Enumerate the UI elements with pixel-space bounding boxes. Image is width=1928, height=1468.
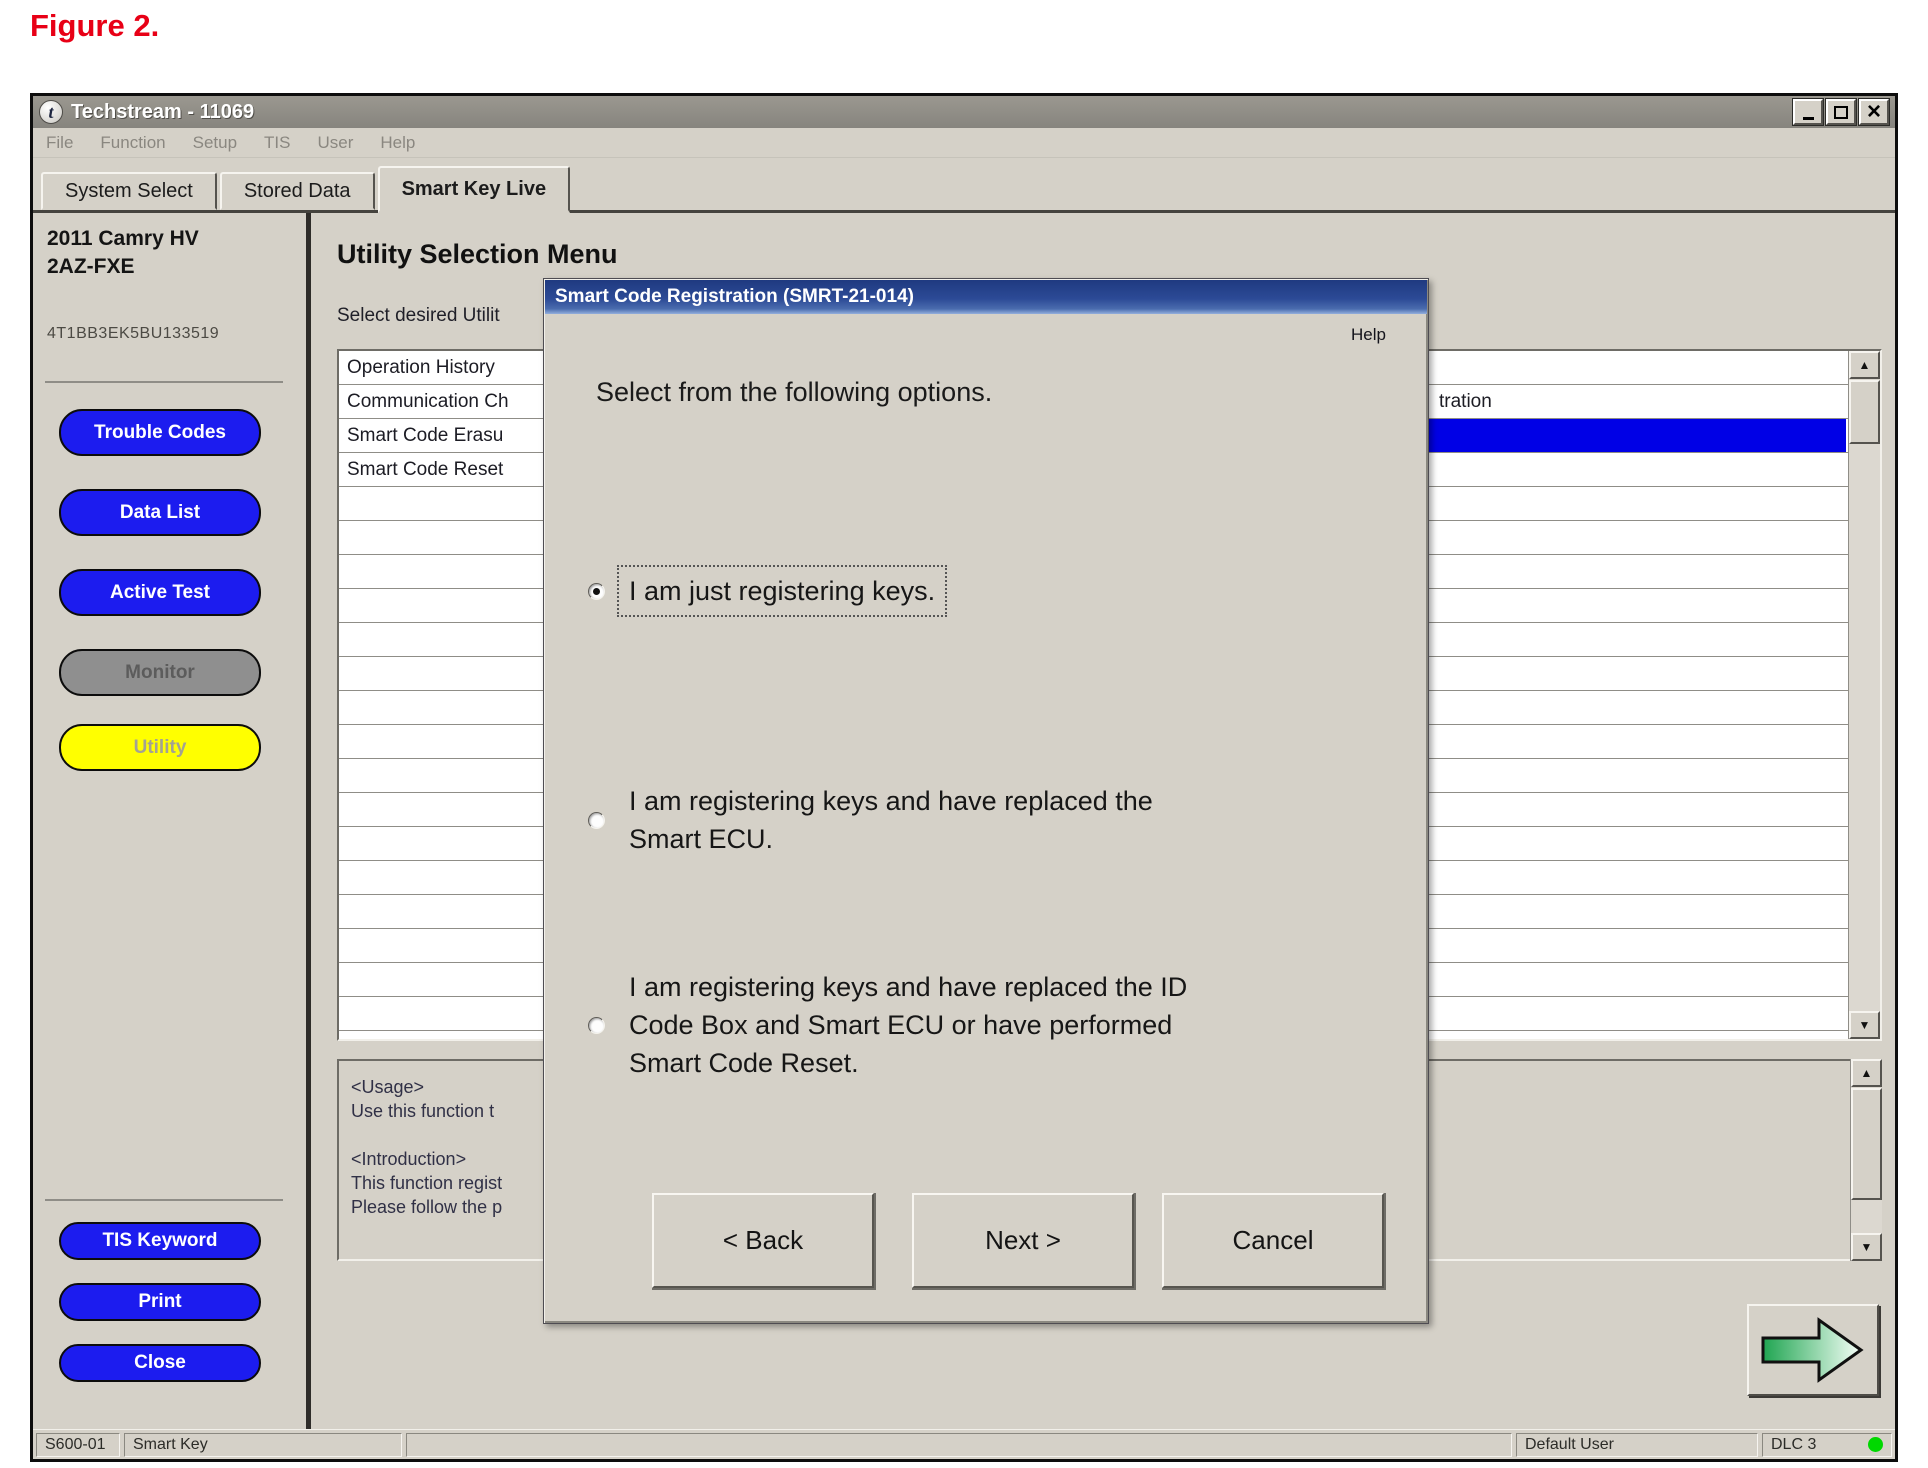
tab-stored-data[interactable]: Stored Data bbox=[220, 172, 375, 210]
restore-button[interactable] bbox=[1826, 99, 1856, 125]
page-title: Utility Selection Menu bbox=[337, 239, 618, 270]
scroll-down-button[interactable]: ▼ bbox=[1849, 1011, 1880, 1039]
tab-bar: System Select Stored Data Smart Key Live bbox=[33, 159, 1895, 213]
radio-option-label: I am registering keys and have replaced … bbox=[619, 777, 1163, 863]
cancel-button[interactable]: Cancel bbox=[1162, 1193, 1384, 1288]
radio-button-icon[interactable] bbox=[588, 583, 605, 600]
restore-icon bbox=[1834, 106, 1848, 119]
minimize-button[interactable] bbox=[1793, 99, 1823, 125]
option-line: I am just registering keys. bbox=[629, 572, 935, 610]
vin-number: 4T1BB3EK5BU133519 bbox=[47, 325, 219, 343]
status-message bbox=[406, 1433, 1512, 1457]
monitor-button[interactable]: Monitor bbox=[59, 649, 261, 696]
option-line: Smart Code Reset. bbox=[629, 1044, 1187, 1082]
vehicle-model: 2011 Camry HV bbox=[47, 225, 199, 253]
connection-status-dot bbox=[1868, 1437, 1883, 1452]
status-screen-id: S600-01 bbox=[36, 1433, 120, 1457]
usage-scrollbar[interactable]: ▲ ▼ bbox=[1850, 1059, 1882, 1261]
menu-item-setup[interactable]: Setup bbox=[193, 133, 237, 153]
dialog-prompt: Select from the following options. bbox=[596, 377, 992, 408]
arrow-down-icon: ▼ bbox=[1859, 1018, 1871, 1032]
sidebar-divider-bottom bbox=[45, 1199, 283, 1201]
figure-label: Figure 2. bbox=[30, 8, 159, 44]
back-button[interactable]: < Back bbox=[652, 1193, 874, 1288]
scroll-up-button[interactable]: ▲ bbox=[1851, 1059, 1882, 1087]
menu-item-help[interactable]: Help bbox=[380, 133, 415, 153]
status-system: Smart Key bbox=[124, 1433, 402, 1457]
green-arrow-icon bbox=[1757, 1314, 1869, 1386]
utility-button[interactable]: Utility bbox=[59, 724, 261, 771]
arrow-down-icon: ▼ bbox=[1861, 1240, 1873, 1254]
menu-item-tis[interactable]: TIS bbox=[264, 133, 290, 153]
close-icon: × bbox=[1867, 102, 1881, 122]
tab-system-select[interactable]: System Select bbox=[41, 172, 217, 210]
option-line: I am registering keys and have replaced … bbox=[629, 968, 1187, 1006]
vehicle-engine: 2AZ-FXE bbox=[47, 253, 199, 281]
dlc-label: DLC 3 bbox=[1771, 1436, 1816, 1454]
tab-smart-key-live[interactable]: Smart Key Live bbox=[378, 166, 571, 213]
scrollbar-thumb[interactable] bbox=[1849, 380, 1880, 444]
utility-row-fragment[interactable]: tration bbox=[1439, 385, 1492, 419]
radio-option-replaced-id-code-box[interactable]: I am registering keys and have replaced … bbox=[588, 963, 1197, 1087]
utility-row-label: Smart Code Reset bbox=[347, 459, 503, 481]
close-screen-button[interactable]: Close bbox=[59, 1344, 261, 1382]
trouble-codes-button[interactable]: Trouble Codes bbox=[59, 409, 261, 456]
menu-item-function[interactable]: Function bbox=[100, 133, 165, 153]
dialog-titlebar: Smart Code Registration (SMRT-21-014) bbox=[545, 280, 1427, 314]
window-controls: × bbox=[1793, 99, 1889, 125]
next-button[interactable]: Next > bbox=[912, 1193, 1134, 1288]
scrollbar-thumb[interactable] bbox=[1851, 1088, 1882, 1200]
print-button[interactable]: Print bbox=[59, 1283, 261, 1321]
option-line: Smart ECU. bbox=[629, 820, 1153, 858]
active-test-button[interactable]: Active Test bbox=[59, 569, 261, 616]
status-user: Default User bbox=[1516, 1433, 1758, 1457]
arrow-up-icon: ▲ bbox=[1859, 358, 1871, 372]
close-button[interactable]: × bbox=[1859, 99, 1889, 125]
radio-option-label: I am registering keys and have replaced … bbox=[619, 963, 1197, 1087]
page: Figure 2. t Techstream - 11069 × File Fu… bbox=[0, 0, 1928, 1468]
radio-option-just-registering[interactable]: I am just registering keys. bbox=[588, 567, 945, 615]
data-list-button[interactable]: Data List bbox=[59, 489, 261, 536]
option-line: I am registering keys and have replaced … bbox=[629, 782, 1153, 820]
radio-option-label: I am just registering keys. bbox=[619, 567, 945, 615]
status-bar: S600-01 Smart Key Default User DLC 3 bbox=[33, 1429, 1895, 1459]
radio-button-icon[interactable] bbox=[588, 812, 605, 829]
scroll-up-button[interactable]: ▲ bbox=[1849, 351, 1880, 379]
minimize-icon bbox=[1803, 117, 1814, 120]
radio-option-replaced-smart-ecu[interactable]: I am registering keys and have replaced … bbox=[588, 777, 1163, 863]
window-titlebar: t Techstream - 11069 × bbox=[33, 96, 1895, 128]
sidebar-divider-top bbox=[45, 381, 283, 383]
menu-bar: File Function Setup TIS User Help bbox=[33, 128, 1895, 158]
option-line: Code Box and Smart ECU or have performed bbox=[629, 1006, 1187, 1044]
sidebar: 2011 Camry HV 2AZ-FXE 4T1BB3EK5BU133519 … bbox=[33, 213, 306, 1429]
page-subtitle: Select desired Utilit bbox=[337, 305, 500, 327]
menu-item-user[interactable]: User bbox=[318, 133, 354, 153]
status-dlc: DLC 3 bbox=[1762, 1433, 1892, 1457]
vehicle-info: 2011 Camry HV 2AZ-FXE bbox=[47, 225, 199, 281]
utility-row-label: Communication Ch bbox=[347, 391, 509, 413]
techstream-logo-icon: t bbox=[39, 100, 63, 124]
radio-button-icon[interactable] bbox=[588, 1017, 605, 1034]
next-arrow-button[interactable] bbox=[1747, 1304, 1879, 1396]
scroll-down-button[interactable]: ▼ bbox=[1851, 1233, 1882, 1261]
list-scrollbar[interactable]: ▲ ▼ bbox=[1848, 351, 1880, 1039]
utility-row-label: Smart Code Erasu bbox=[347, 425, 503, 447]
window-title: Techstream - 11069 bbox=[71, 101, 254, 124]
utility-row-label: Operation History bbox=[347, 357, 495, 379]
smart-code-registration-dialog: Smart Code Registration (SMRT-21-014) He… bbox=[543, 278, 1429, 1324]
menu-item-file[interactable]: File bbox=[46, 133, 73, 153]
help-link[interactable]: Help bbox=[1351, 325, 1386, 345]
arrow-up-icon: ▲ bbox=[1861, 1066, 1873, 1080]
tis-keyword-button[interactable]: TIS Keyword bbox=[59, 1222, 261, 1260]
